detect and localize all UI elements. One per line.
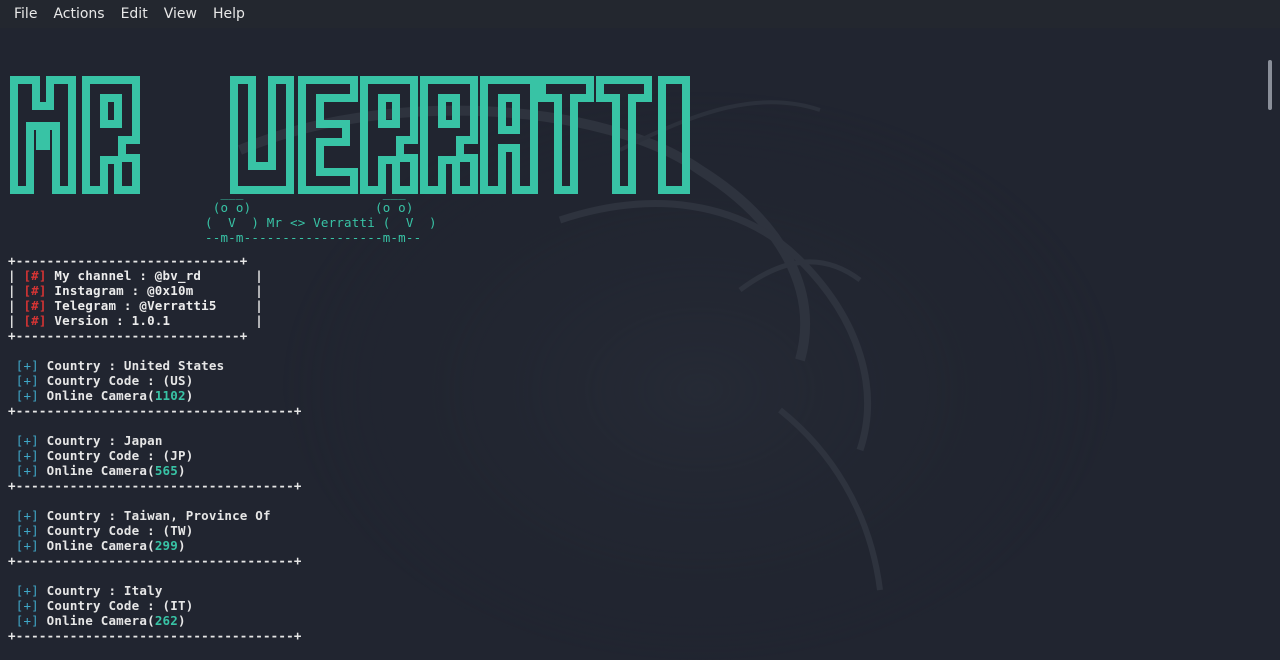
info-instagram: Instagram : @0x10m bbox=[54, 283, 194, 298]
country-code: Country Code : (IT) bbox=[46, 598, 194, 613]
menu-edit[interactable]: Edit bbox=[113, 6, 156, 22]
info-telegram: Telegram : @Verratti5 bbox=[54, 298, 217, 313]
owl-line-4: --m-m------------------m-m-- bbox=[205, 230, 422, 245]
owl-banner: ___ ___ (o o) (o o) ( V ) Mr <> Verratti… bbox=[205, 185, 437, 245]
plus-tag: [+] bbox=[15, 433, 39, 448]
camera-close: ) bbox=[178, 463, 186, 478]
menu-view[interactable]: View bbox=[156, 6, 205, 22]
hash-tag: [#] bbox=[23, 283, 47, 298]
owl-line-2: (o o) (o o) bbox=[205, 200, 414, 215]
camera-count: 1102 bbox=[154, 388, 186, 403]
plus-tag: [+] bbox=[15, 388, 39, 403]
camera-count: 299 bbox=[154, 538, 179, 553]
plus-tag: [+] bbox=[15, 463, 39, 478]
plus-tag: [+] bbox=[15, 613, 39, 628]
country-entry: [+] Country : Taiwan, Province Of [+] Co… bbox=[8, 508, 302, 568]
country-code: Country Code : (TW) bbox=[46, 523, 194, 538]
plus-tag: [+] bbox=[15, 538, 39, 553]
scrollbar-thumb[interactable] bbox=[1268, 60, 1272, 110]
plus-tag: [+] bbox=[15, 583, 39, 598]
menu-file[interactable]: File bbox=[6, 6, 45, 22]
country-code: Country Code : (US) bbox=[46, 373, 194, 388]
plus-tag: [+] bbox=[15, 523, 39, 538]
country-name: Country : Taiwan, Province Of bbox=[46, 508, 271, 523]
hash-tag: [#] bbox=[23, 268, 47, 283]
camera-close: ) bbox=[178, 613, 186, 628]
camera-label: Online Camera( bbox=[46, 463, 155, 478]
info-channel: My channel : @bv_rd bbox=[54, 268, 202, 283]
banner-logo bbox=[10, 76, 690, 194]
terminal-output[interactable]: ___ ___ (o o) (o o) ( V ) Mr <> Verratti… bbox=[0, 28, 1264, 660]
camera-label: Online Camera( bbox=[46, 388, 155, 403]
plus-tag: [+] bbox=[15, 598, 39, 613]
owl-line-3: ( V ) Mr <> Verratti ( V ) bbox=[205, 215, 437, 230]
camera-label: Online Camera( bbox=[46, 613, 155, 628]
country-entry: [+] Country : Italy [+] Country Code : (… bbox=[8, 583, 302, 643]
menu-bar: File Actions Edit View Help bbox=[0, 0, 1280, 28]
camera-count: 565 bbox=[154, 463, 179, 478]
camera-close: ) bbox=[178, 538, 186, 553]
hash-tag: [#] bbox=[23, 298, 47, 313]
country-name: Country : United States bbox=[46, 358, 225, 373]
menu-actions[interactable]: Actions bbox=[45, 6, 112, 22]
plus-tag: [+] bbox=[15, 373, 39, 388]
country-name: Country : Italy bbox=[46, 583, 163, 598]
plus-tag: [+] bbox=[15, 358, 39, 373]
camera-label: Online Camera( bbox=[46, 538, 155, 553]
country-entry: [+] Country : United States [+] Country … bbox=[8, 358, 302, 418]
plus-tag: [+] bbox=[15, 448, 39, 463]
info-version: Version : 1.0.1 bbox=[54, 313, 171, 328]
hash-tag: [#] bbox=[23, 313, 47, 328]
country-code: Country Code : (JP) bbox=[46, 448, 194, 463]
plus-tag: [+] bbox=[15, 508, 39, 523]
owl-line-1: ___ ___ bbox=[205, 185, 406, 200]
country-entry: [+] Country : Japan [+] Country Code : (… bbox=[8, 433, 302, 493]
menu-help[interactable]: Help bbox=[205, 6, 253, 22]
camera-close: ) bbox=[185, 388, 194, 403]
camera-count: 262 bbox=[154, 613, 179, 628]
country-name: Country : Japan bbox=[46, 433, 163, 448]
info-box: +-----------------------------+ | [#] My… bbox=[8, 253, 263, 343]
